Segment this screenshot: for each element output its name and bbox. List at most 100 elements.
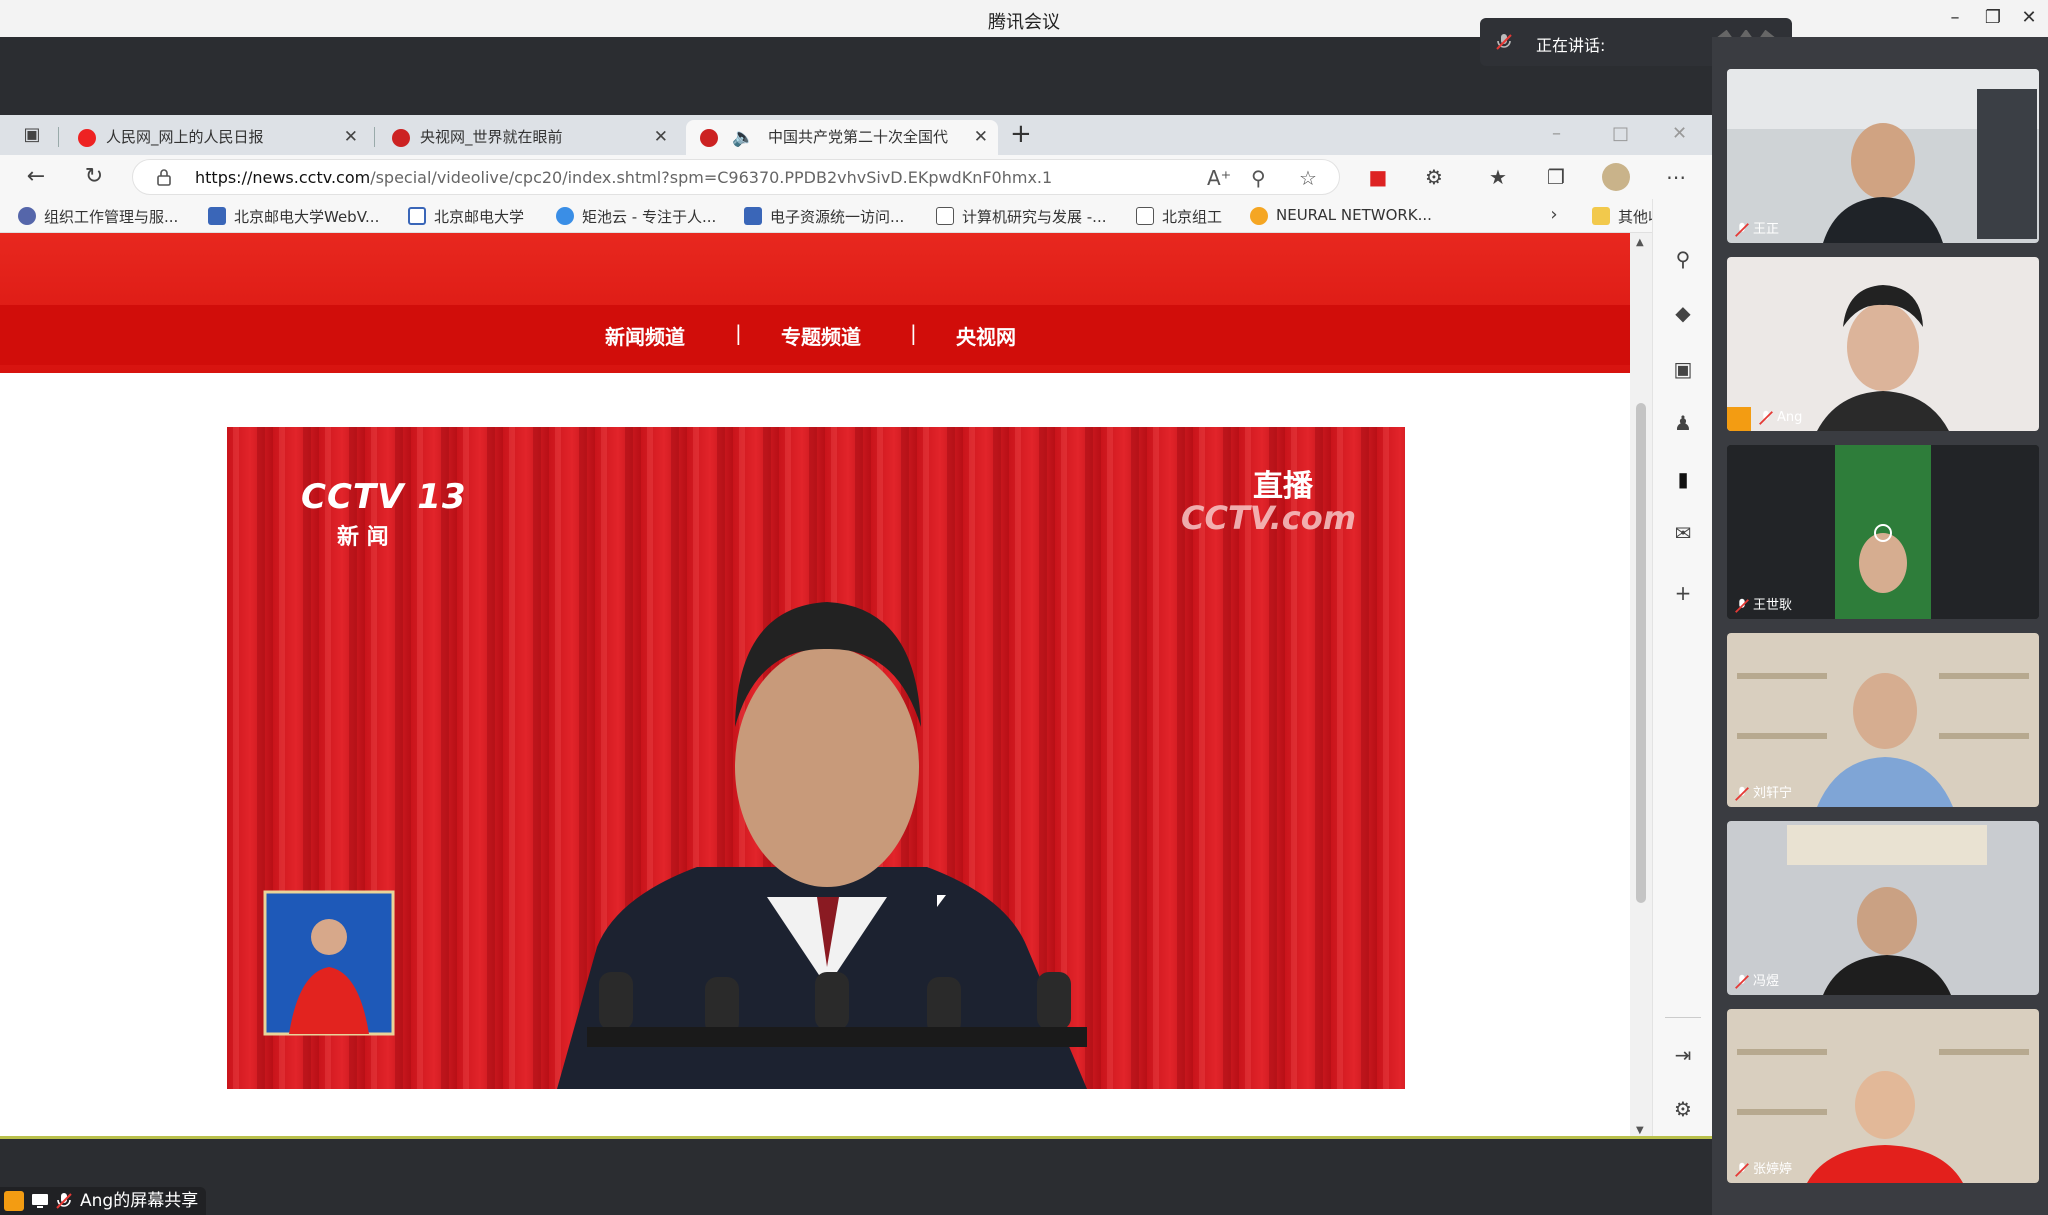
p-icon: [1250, 207, 1268, 225]
participant-tile[interactable]: 王世耿: [1727, 445, 2039, 619]
browser-minimize-icon[interactable]: –: [1552, 123, 1561, 144]
tab-label: 人民网_网上的人民日报: [106, 128, 264, 146]
mic-muted-icon: [1759, 410, 1773, 425]
participant-panel: 王正 Ang 王世耿 刘轩宁 冯煜 张婷婷: [1712, 37, 2048, 1215]
bookmarks-bar: 组织工作管理与服... 北京邮电大学WebV... 北京邮电大学 矩池云 - 专…: [0, 199, 1712, 233]
bookmark-item[interactable]: 电子资源统一访问...: [744, 206, 904, 227]
hide-sidebar-icon[interactable]: ⇥: [1669, 1041, 1697, 1069]
folder-icon: [1592, 207, 1610, 225]
live-video-player[interactable]: CCTV 13 新 闻 直播 CCTV.com: [227, 427, 1405, 1089]
add-favorite-icon[interactable]: ☆: [1299, 166, 1317, 190]
participant-name: 王世耿: [1733, 597, 1792, 615]
participant-video: [1727, 633, 2039, 807]
host-icon: [4, 1191, 24, 1211]
participant-video: [1727, 445, 2039, 619]
nav-cctv[interactable]: 央视网: [956, 321, 1016, 350]
close-tab-icon[interactable]: ✕: [654, 120, 668, 155]
bookmark-item[interactable]: 北京邮电大学: [408, 206, 524, 227]
participant-video: [1727, 257, 2039, 431]
tab-people[interactable]: 人民网_网上的人民日报 ✕: [64, 120, 368, 155]
participant-tile[interactable]: Ang: [1727, 257, 2039, 431]
bookmark-label: 矩池云 - 专注于人...: [582, 208, 717, 226]
extensions-icon[interactable]: ⚙: [1420, 163, 1448, 191]
screen-share-label: Ang的屏幕共享: [0, 1187, 207, 1215]
resource-icon: [744, 207, 762, 225]
people-daily-icon: [78, 129, 96, 147]
outlook-icon[interactable]: ✉: [1669, 519, 1697, 547]
bookmark-label: 北京邮电大学WebV...: [234, 208, 380, 226]
mic-muted-icon: [1735, 786, 1749, 801]
tag-icon[interactable]: ◆: [1669, 299, 1697, 327]
bookmark-item[interactable]: 组织工作管理与服...: [18, 206, 178, 227]
scroll-down-icon[interactable]: ▼: [1636, 1125, 1644, 1136]
host-icon: [1727, 407, 1751, 431]
close-button[interactable]: ✕: [2014, 6, 2044, 30]
participant-video: [1727, 821, 2039, 995]
mouse-cursor-icon: [937, 895, 946, 907]
browser-maximize-icon[interactable]: □: [1612, 123, 1629, 144]
cloud-icon: [556, 207, 574, 225]
bookmark-item[interactable]: 计算机研究与发展 -...: [936, 206, 1107, 227]
bookmark-label: 组织工作管理与服...: [44, 208, 179, 226]
scroll-up-icon[interactable]: ▲: [1636, 237, 1644, 248]
browser-close-icon[interactable]: ✕: [1672, 123, 1687, 144]
read-aloud-icon[interactable]: A⁺: [1207, 166, 1231, 190]
mic-muted-icon: [1735, 222, 1749, 237]
new-tab-button[interactable]: +: [1010, 119, 1032, 149]
chevron-right-icon[interactable]: ›: [1540, 201, 1568, 229]
participant-tile[interactable]: 刘轩宁: [1727, 633, 2039, 807]
bookmark-label: 北京邮电大学: [434, 208, 525, 226]
participant-tile[interactable]: 张婷婷: [1727, 1009, 2039, 1183]
restore-button[interactable]: ❐: [1978, 6, 2008, 30]
tab-actions-icon[interactable]: ▣: [18, 121, 46, 149]
games-icon[interactable]: ♟: [1669, 409, 1697, 437]
shared-browser-window: ▣ 人民网_网上的人民日报 ✕ 央视网_世界就在眼前 ✕ 🔈 中国共产党第二十次…: [0, 115, 1712, 1140]
nav-news-channel[interactable]: 新闻频道: [605, 321, 685, 350]
nav-separator: |: [910, 321, 917, 345]
office-icon[interactable]: ▮: [1669, 465, 1697, 493]
back-arrow-icon[interactable]: ←: [22, 163, 50, 191]
speaker-icon[interactable]: 🔈: [732, 120, 754, 155]
bookmark-item[interactable]: 矩池云 - 专注于人...: [556, 206, 716, 227]
globe-icon: [18, 207, 36, 225]
browser-side-panel: ⚲ ◆ ▣ ♟ ▮ ✉ + ⇥ ⚙: [1652, 199, 1712, 1140]
page-icon: [936, 207, 954, 225]
channel-nav: 新闻频道 | 专题频道 | 央视网: [0, 305, 1630, 365]
add-icon[interactable]: +: [1669, 579, 1697, 607]
profile-avatar[interactable]: [1602, 163, 1630, 191]
nav-topic-channel[interactable]: 专题频道: [781, 321, 861, 350]
extension-red-icon[interactable]: ■: [1364, 163, 1392, 191]
bookmark-label: 电子资源统一访问...: [770, 208, 905, 226]
tab-cctv[interactable]: 央视网_世界就在眼前 ✕: [378, 120, 678, 155]
zoom-icon[interactable]: ⚲: [1251, 166, 1266, 190]
page-scrollbar[interactable]: ▲ ▼: [1630, 233, 1652, 1140]
url-host: https://news.cctv.com: [195, 168, 371, 187]
share-top-band: [0, 37, 1712, 115]
collections-icon[interactable]: ❐: [1542, 163, 1570, 191]
bookmark-item[interactable]: 北京组工: [1136, 206, 1222, 227]
address-bar[interactable]: https://news.cctv.com/special/videolive/…: [132, 159, 1340, 195]
tab-cpc20[interactable]: 🔈 中国共产党第二十次全国代 ✕: [686, 120, 998, 155]
scrollbar-thumb[interactable]: [1636, 403, 1646, 903]
tools-icon[interactable]: ▣: [1669, 355, 1697, 383]
favorites-icon[interactable]: ★: [1484, 163, 1512, 191]
participant-tile[interactable]: 王正: [1727, 69, 2039, 243]
more-menu-icon[interactable]: ⋯: [1662, 163, 1690, 191]
screen-share-icon: [32, 1194, 48, 1208]
bookmark-label: 计算机研究与发展 -...: [962, 208, 1107, 226]
settings-gear-icon[interactable]: ⚙: [1669, 1095, 1697, 1123]
minimize-button[interactable]: –: [1940, 6, 1970, 30]
bookmark-item[interactable]: 北京邮电大学WebV...: [208, 206, 379, 227]
search-icon[interactable]: ⚲: [1669, 245, 1697, 273]
participant-video: [1727, 69, 2039, 243]
close-tab-icon[interactable]: ✕: [344, 120, 358, 155]
cctv-icon: [700, 129, 718, 147]
bookmark-item[interactable]: NEURAL NETWORK...: [1250, 206, 1432, 225]
mic-muted-icon: [1735, 974, 1749, 989]
participant-tile[interactable]: 冯煜: [1727, 821, 2039, 995]
refresh-icon[interactable]: ↻: [80, 163, 108, 191]
bookmark-label: NEURAL NETWORK...: [1276, 206, 1432, 224]
participant-name: 刘轩宁: [1733, 785, 1792, 803]
close-tab-icon[interactable]: ✕: [974, 120, 988, 155]
url-text: https://news.cctv.com/special/videolive/…: [195, 168, 1052, 187]
